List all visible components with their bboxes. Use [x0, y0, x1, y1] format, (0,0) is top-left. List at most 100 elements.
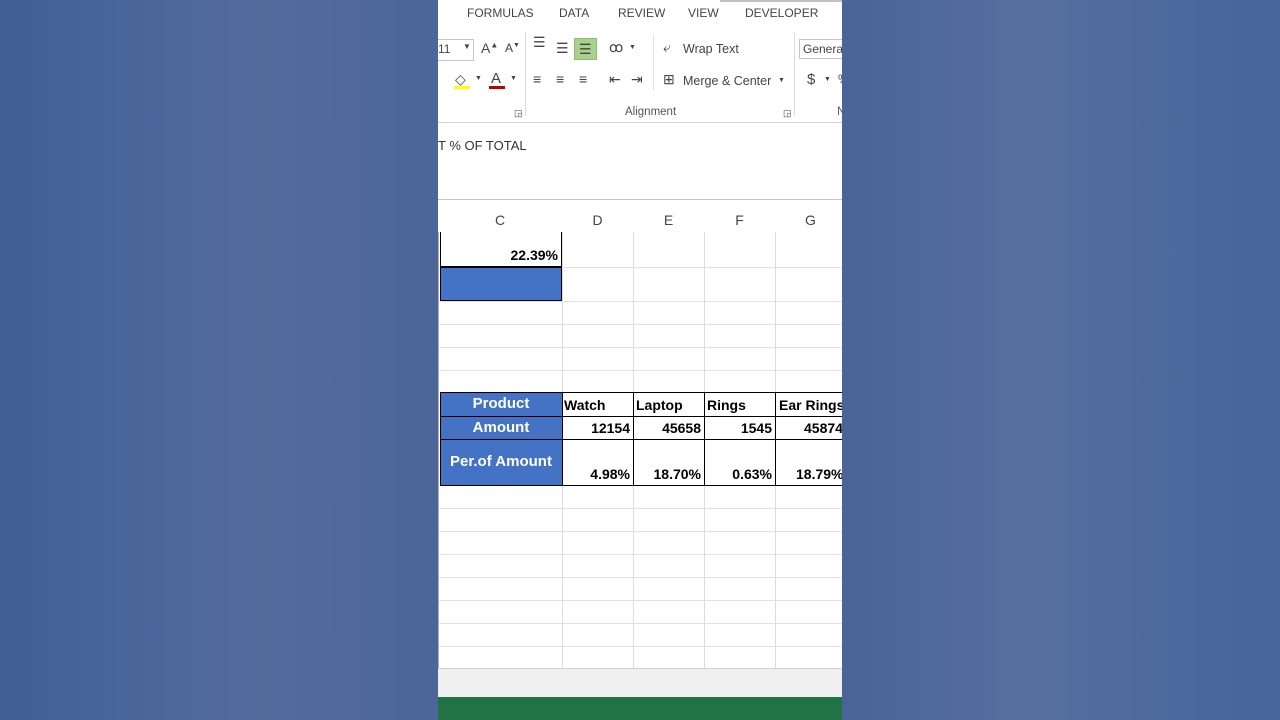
chevron-down-icon[interactable]: ▼ — [510, 75, 517, 82]
table-border — [440, 392, 441, 486]
amount-value: 45658 — [662, 420, 701, 436]
tab-data[interactable]: DATA — [559, 6, 589, 20]
wrap-text-icon[interactable]: ⤶ — [663, 39, 671, 56]
tab-developer[interactable]: DEVELOPER — [745, 6, 818, 20]
wrap-text-button[interactable]: Wrap Text — [683, 42, 739, 56]
percent-style-icon[interactable]: % — [838, 72, 842, 86]
product-name: Laptop — [636, 397, 683, 413]
title-bar-fragment — [720, 0, 842, 2]
accounting-format-button[interactable]: $ — [807, 71, 815, 88]
font-color-icon[interactable]: A — [491, 70, 501, 87]
font-color-bar — [489, 86, 505, 89]
percent-cell-ear-rings[interactable]: 18.79% — [775, 439, 842, 486]
product-cell-ear-rings[interactable]: Ear Rings — [775, 393, 842, 416]
gridline — [438, 600, 842, 601]
table-border — [440, 439, 842, 440]
align-left-icon[interactable]: ≡ — [533, 71, 541, 87]
percent-value: 4.98% — [590, 466, 630, 482]
inner-separator — [653, 34, 654, 90]
middle-align-icon[interactable]: ☰ — [556, 40, 569, 57]
table-border — [704, 392, 705, 486]
font-size-value: 11 — [438, 42, 451, 56]
amount-value: 45874 — [804, 420, 842, 436]
product-label: Product — [472, 395, 530, 412]
gridline — [438, 531, 842, 532]
chevron-down-icon: ▼ — [463, 42, 471, 51]
merge-center-icon[interactable]: ⊞ — [663, 71, 675, 88]
product-cell-watch[interactable]: Watch — [562, 393, 633, 416]
increase-indent-icon[interactable]: ⇥ — [631, 71, 643, 88]
group-separator — [525, 32, 526, 116]
percent-value: 18.70% — [653, 466, 701, 482]
column-header-e[interactable]: E — [633, 208, 705, 233]
gridline — [438, 623, 842, 624]
column-header-g[interactable]: G — [775, 208, 842, 233]
amount-cell-laptop[interactable]: 45658 — [633, 416, 704, 439]
sheet-tab-bar — [438, 668, 842, 698]
selected-blue-cell[interactable] — [440, 267, 562, 301]
percent-cell-watch[interactable]: 4.98% — [562, 439, 633, 486]
alignment-dialog-launcher-icon[interactable]: ◲ — [783, 108, 792, 119]
product-cell-laptop[interactable]: Laptop — [633, 393, 704, 416]
amount-cell-ear-rings[interactable]: 45874 — [775, 416, 842, 439]
increase-font-icon[interactable]: A▲ — [481, 40, 498, 56]
status-bar — [438, 697, 842, 720]
formula-bar-content: T % OF TOTAL — [438, 138, 527, 153]
align-right-icon[interactable]: ≡ — [579, 71, 587, 87]
product-name: Watch — [564, 397, 606, 413]
percent-cell-rings[interactable]: 0.63% — [704, 439, 775, 486]
tab-formulas[interactable]: FORMULAS — [467, 6, 534, 20]
table-row-label-percent[interactable]: Per.of Amount — [440, 439, 562, 486]
font-size-dropdown[interactable]: 11 ▼ — [438, 39, 474, 61]
decrease-font-icon[interactable]: A▼ — [505, 41, 520, 55]
orientation-icon[interactable]: ꝏ — [609, 39, 623, 56]
alignment-group-label: Alignment — [625, 106, 677, 118]
percent-label: Per.of Amount — [450, 453, 552, 470]
cell-c-percent-value: 22.39% — [510, 247, 558, 263]
merge-center-button[interactable]: Merge & Center — [683, 74, 771, 88]
excel-window: FORMULAS DATA REVIEW VIEW DEVELOPER 11 ▼… — [438, 0, 842, 720]
percent-value: 18.79% — [796, 466, 842, 482]
gridline — [438, 508, 842, 509]
number-format-value: General — [803, 42, 842, 56]
product-cell-rings[interactable]: Rings — [704, 393, 775, 416]
bottom-align-button[interactable]: ☰ — [574, 38, 597, 60]
font-dialog-launcher-icon[interactable]: ◲ — [514, 108, 523, 119]
amount-cell-rings[interactable]: 1545 — [704, 416, 775, 439]
percent-cell-laptop[interactable]: 18.70% — [633, 439, 704, 486]
home-ribbon: 11 ▼ A▲ A▼ ◇ ▼ A ▼ ◲ ☰ ☰ ☰ ꝏ ▼ ≡ ≡ ≡ ⇤ ⇥… — [438, 28, 842, 123]
chevron-down-icon[interactable]: ▼ — [778, 77, 785, 84]
chevron-down-icon[interactable]: ▼ — [475, 75, 482, 82]
chevron-down-icon[interactable]: ▼ — [629, 44, 636, 51]
tab-review[interactable]: REVIEW — [618, 6, 665, 20]
chevron-down-icon[interactable]: ▼ — [824, 76, 831, 83]
gridline — [438, 646, 842, 647]
table-border — [440, 485, 842, 486]
column-header-c[interactable]: C — [438, 208, 563, 233]
gridline — [438, 370, 842, 371]
fill-color-bar — [454, 86, 470, 89]
table-border — [633, 392, 634, 486]
table-header-product[interactable]: Product — [440, 393, 562, 416]
cell-c-percent[interactable]: 22.39% — [440, 232, 562, 267]
product-name: Rings — [707, 397, 746, 413]
amount-cell-watch[interactable]: 12154 — [562, 416, 633, 439]
decrease-indent-icon[interactable]: ⇤ — [609, 71, 621, 88]
gridline — [438, 577, 842, 578]
number-group-label: N — [837, 106, 842, 118]
ribbon-tab-bar: FORMULAS DATA REVIEW VIEW DEVELOPER — [438, 0, 842, 28]
percent-value: 0.63% — [732, 466, 772, 482]
top-align-icon[interactable]: ☰ — [533, 35, 546, 49]
gridline — [438, 301, 842, 302]
align-center-icon[interactable]: ≡ — [556, 71, 564, 87]
column-header-f[interactable]: F — [704, 208, 776, 233]
gridline — [438, 347, 842, 348]
formula-bar[interactable]: T % OF TOTAL — [438, 123, 842, 200]
table-border — [562, 392, 563, 486]
table-row-label-amount[interactable]: Amount — [440, 416, 562, 439]
bottom-align-icon: ☰ — [579, 41, 592, 57]
grid-left-edge — [438, 232, 439, 668]
tab-view[interactable]: VIEW — [688, 6, 719, 20]
column-header-d[interactable]: D — [562, 208, 634, 233]
number-format-dropdown[interactable]: General — [799, 39, 842, 59]
